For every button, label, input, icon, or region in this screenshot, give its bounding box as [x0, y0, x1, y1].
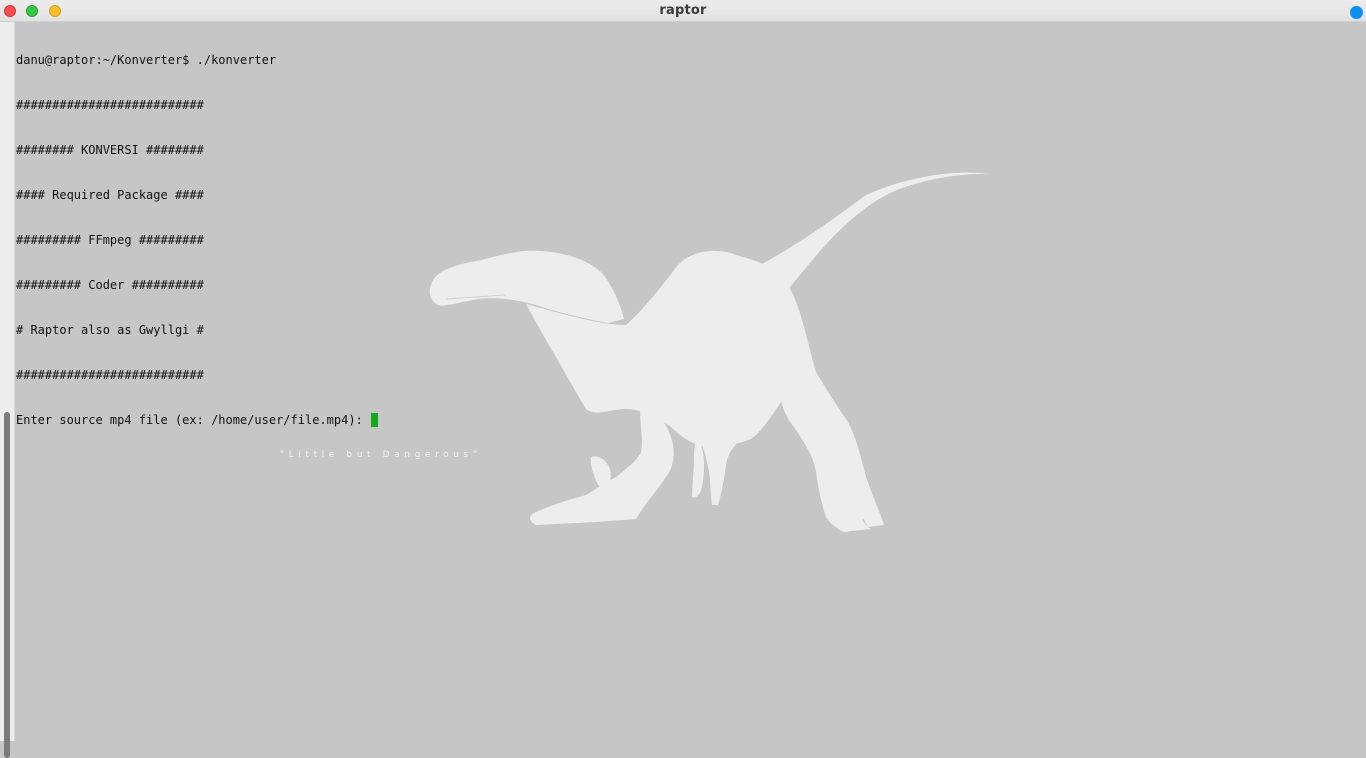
- status-dot-icon: [1350, 6, 1363, 19]
- terminal-line: ##########################: [16, 98, 204, 112]
- terminal-line: # Raptor also as Gwyllgi #: [16, 323, 204, 337]
- raptor-silhouette-image: [429, 172, 988, 532]
- terminal-line: ##########################: [16, 368, 204, 382]
- scrollbar-thumb[interactable]: [4, 412, 10, 758]
- terminal-prompt: Enter source mp4 file (ex: /home/user/fi…: [16, 413, 371, 427]
- terminal-prompt-line[interactable]: Enter source mp4 file (ex: /home/user/fi…: [16, 413, 379, 428]
- terminal-line: danu@raptor:~/Konverter$ ./konverter: [16, 53, 277, 67]
- window-titlebar[interactable]: raptor: [0, 0, 1366, 22]
- terminal-output: danu@raptor:~/Konverter$ ./konverter ###…: [16, 23, 379, 458]
- terminal-line: #### Required Package ####: [16, 188, 204, 202]
- terminal-area[interactable]: "Little but Dangerous" danu@raptor:~/Kon…: [16, 22, 1366, 741]
- terminal-line: ######## KONVERSI ########: [16, 143, 204, 157]
- terminal-line: ######### Coder ##########: [16, 278, 204, 292]
- window-title: raptor: [659, 3, 707, 18]
- terminal-line: ######### FFmpeg #########: [16, 233, 204, 247]
- scrollbar-track[interactable]: [0, 22, 15, 758]
- terminal-cursor: [371, 413, 379, 427]
